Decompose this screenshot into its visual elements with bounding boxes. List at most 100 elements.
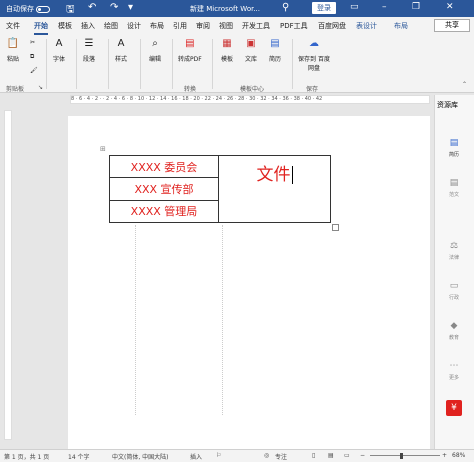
share-button[interactable]: 共享 [434, 19, 470, 32]
baidu-netdisk-icon: ☁ [309, 38, 319, 49]
pane-item-label: 更多 [448, 375, 459, 381]
web-layout-icon[interactable]: ▭ [344, 452, 350, 459]
copy-icon[interactable]: ⧉ [30, 53, 34, 61]
gift-icon: ¥ [446, 400, 462, 416]
tab-developer[interactable]: 开发工具 [242, 21, 270, 31]
status-word-count[interactable]: 14 个字 [68, 452, 90, 461]
focus-icon[interactable]: ◎ [264, 452, 269, 459]
tab-insert[interactable]: 插入 [81, 21, 95, 31]
paste-icon: 📋 [6, 38, 20, 49]
autosave-switch-icon [36, 5, 50, 13]
status-focus[interactable]: 专注 [275, 452, 287, 461]
paragraph-icon: ☰ [84, 38, 94, 49]
template-button[interactable]: ▦ 模板 [220, 37, 234, 63]
red-envelope-icon[interactable]: ¥ [442, 400, 466, 418]
pane-item-more[interactable]: ⋯ 更多 [442, 360, 466, 381]
font-button[interactable]: A 字体 [52, 37, 66, 63]
tab-file[interactable]: 文件 [6, 21, 20, 31]
convert-pdf-button[interactable]: ▤ 转成PDF [178, 37, 202, 63]
group-label-save: 保存 [306, 86, 319, 93]
save-to-baidu-button[interactable]: ☁ 保存到 百度网盘 [298, 37, 330, 72]
tab-template[interactable]: 模板 [58, 21, 72, 31]
share-label: 共享 [445, 21, 459, 29]
ribbon-divider [212, 39, 213, 89]
library-label: 文库 [244, 56, 257, 63]
read-mode-icon[interactable]: ▯ [312, 452, 315, 459]
pane-item-label: 教育 [448, 335, 459, 341]
paragraph-button[interactable]: ☰ 段落 [82, 37, 96, 63]
tab-design[interactable]: 设计 [127, 21, 141, 31]
autosave-toggle[interactable]: 自动保存 [6, 4, 50, 14]
vertical-ruler[interactable] [4, 110, 12, 440]
tab-layout[interactable]: 布局 [150, 21, 164, 31]
collapse-ribbon-icon[interactable]: ⌃ [462, 81, 467, 88]
zoom-in-icon[interactable]: + [442, 452, 447, 459]
paste-label: 粘贴 [6, 56, 19, 63]
horizontal-ruler[interactable]: 8 · 6 · 4 · 2 · · 2 · 4 · 6 · 8 · 10 · 1… [70, 95, 430, 104]
pane-item-sample[interactable]: ▤ 范文 [442, 177, 466, 198]
minimize-icon[interactable]: – [382, 2, 387, 12]
ribbon-divider [46, 39, 47, 89]
format-painter-icon[interactable]: 🖌 [30, 67, 38, 74]
tab-table-layout[interactable]: 布局 [394, 21, 408, 31]
zoom-out-icon[interactable]: − [360, 452, 365, 459]
more-icon: ⋯ [449, 361, 459, 371]
search-icon[interactable]: ⚲ [282, 2, 289, 13]
tab-references[interactable]: 引用 [173, 21, 187, 31]
pane-item-law[interactable]: ⚖ 法律 [442, 240, 466, 261]
clipboard-launcher-icon[interactable]: ↘ [38, 84, 43, 91]
gridline-guide [135, 225, 136, 415]
tab-draw[interactable]: 绘图 [104, 21, 118, 31]
pane-item-resume[interactable]: ▤ 简历 [442, 137, 466, 158]
tab-baidu-netdisk[interactable]: 百度网盘 [318, 21, 346, 31]
paragraph-label: 段落 [82, 56, 95, 63]
briefcase-icon: ▭ [449, 281, 459, 291]
resource-pane: 资源库 ▤ 简历 ▤ 范文 ⚖ 法律 ▭ 行政 ◆ 教育 ⋯ 更多 ¥ [434, 95, 474, 449]
gridline-guide [222, 225, 223, 415]
ribbon-divider [172, 39, 173, 89]
library-button[interactable]: ▣ 文库 [244, 37, 258, 63]
cut-icon[interactable]: ✂ [30, 39, 35, 46]
ribbon-display-icon[interactable]: ▭ [350, 2, 359, 12]
table-cell-publicity[interactable]: XXX 宣传部 [109, 177, 219, 201]
resume-button[interactable]: ▤ 简历 [268, 37, 282, 63]
status-zoom[interactable]: 68% [452, 452, 465, 459]
undo-icon[interactable]: ↶ [88, 2, 96, 13]
paste-button[interactable]: 📋 粘贴 [6, 37, 20, 63]
tab-table-design[interactable]: 表设计 [356, 21, 377, 31]
zoom-slider[interactable] [370, 455, 440, 456]
restore-icon[interactable]: ❐ [412, 2, 420, 12]
quick-access-more-icon[interactable]: ▾ [128, 2, 133, 13]
close-icon[interactable]: ✕ [446, 2, 454, 12]
ribbon: 📋 粘贴 ✂ ⧉ 🖌 剪贴板 ↘ A 字体 ☰ 段落 A 样式 ⌕ 编辑 ▤ 转… [0, 35, 474, 93]
styles-icon: A [117, 38, 125, 49]
tab-view[interactable]: 视图 [219, 21, 233, 31]
editing-button[interactable]: ⌕ 编辑 [148, 37, 162, 63]
document-table[interactable]: XXXX 委员会 文件 XXX 宣传部 XXXX 管理局 [109, 154, 331, 224]
status-bar: 第 1 页，共 1 页 14 个字 中文(简体, 中国大陆) 插入 ⚐ ◎ 专注… [0, 449, 474, 462]
pane-item-education[interactable]: ◆ 教育 [442, 320, 466, 341]
table-cell-committee[interactable]: XXXX 委员会 [109, 154, 219, 179]
tab-review[interactable]: 审阅 [196, 21, 210, 31]
table-cell-administration[interactable]: XXXX 管理局 [109, 199, 219, 224]
table-move-handle-icon[interactable]: ⊞ [100, 145, 106, 153]
save-to-baidu-label: 保存到 百度网盘 [298, 56, 330, 72]
print-layout-icon[interactable]: ▤ [328, 452, 334, 459]
zoom-slider-thumb[interactable] [400, 453, 403, 459]
pane-item-label: 法律 [448, 255, 459, 261]
status-insert-mode[interactable]: 插入 [190, 452, 202, 461]
table-resize-handle[interactable] [332, 224, 339, 231]
tab-home[interactable]: 开始 [34, 21, 48, 35]
document-title: 新建 Microsoft Wor... [190, 5, 261, 13]
table-cell-document[interactable]: 文件 [218, 155, 331, 223]
redo-icon[interactable]: ↷ [110, 2, 118, 13]
styles-button[interactable]: A 样式 [114, 37, 128, 63]
pane-item-admin[interactable]: ▭ 行政 [442, 280, 466, 301]
font-icon: A [55, 38, 63, 49]
status-language[interactable]: 中文(简体, 中国大陆) [112, 452, 169, 461]
status-page-count[interactable]: 第 1 页，共 1 页 [4, 452, 49, 461]
editing-icon: ⌕ [152, 38, 158, 49]
accessibility-icon[interactable]: ⚐ [216, 452, 221, 459]
tab-pdf-tools[interactable]: PDF工具 [280, 21, 308, 31]
login-button[interactable]: 登录 [312, 2, 336, 14]
